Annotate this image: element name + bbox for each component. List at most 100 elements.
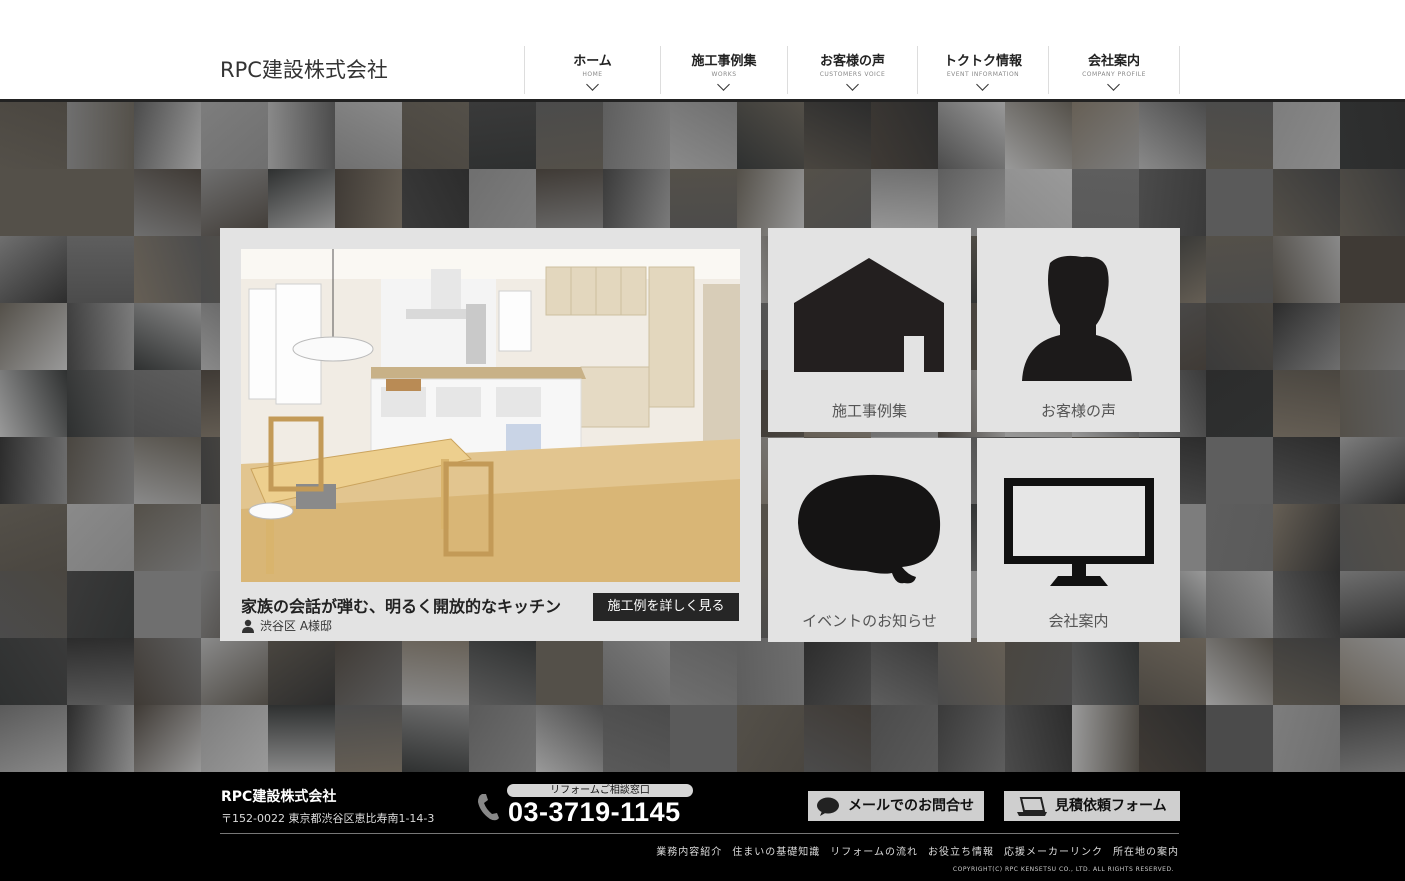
mosaic-tile xyxy=(134,705,202,772)
mosaic-tile xyxy=(335,705,403,772)
nav-label: ホーム xyxy=(573,54,612,69)
estimate-form-button[interactable]: 見積依頼フォーム xyxy=(1004,791,1180,821)
copyright: COPYRIGHT(C) RPC KENSETSU CO., LTD. ALL … xyxy=(952,866,1174,873)
mosaic-tile xyxy=(67,705,135,772)
chevron-down-icon xyxy=(1107,78,1120,91)
mosaic-tile xyxy=(1340,303,1405,371)
footer-link-maker-links[interactable]: 応援メーカーリンク xyxy=(1004,843,1103,858)
mosaic-tile xyxy=(1273,638,1341,706)
nav-item-customers-voice[interactable]: お客様の声 CUSTOMERS VOICE xyxy=(787,46,917,94)
mosaic-tile xyxy=(804,705,872,772)
nav-item-company-profile[interactable]: 会社案内 COMPANY PROFILE xyxy=(1048,46,1180,94)
nav-sub-label: EVENT INFORMATION xyxy=(946,71,1020,78)
mosaic-tile xyxy=(1340,236,1405,304)
tile-label: イベントのお知らせ xyxy=(802,612,937,630)
footer: RPC建設株式会社 〒152-0022 東京都渋谷区恵比寿南1-14-3 リフォ… xyxy=(0,772,1405,881)
footer-links: 業務内容紹介 住まいの基礎知識 リフォームの流れ お役立ち情報 応援メーカーリン… xyxy=(646,843,1179,858)
mosaic-tile xyxy=(804,102,872,170)
mosaic-tile xyxy=(804,638,872,706)
person-icon xyxy=(242,619,254,633)
mosaic-tile xyxy=(871,102,939,170)
mosaic-tile xyxy=(1206,705,1274,772)
consultation-window-label: リフォームご相談窓口 xyxy=(507,784,693,797)
mosaic-tile xyxy=(67,437,135,505)
mosaic-tile xyxy=(1273,437,1341,505)
mosaic-tile xyxy=(402,705,470,772)
tile-label: お客様の声 xyxy=(1040,402,1116,420)
mosaic-tile xyxy=(1273,303,1341,371)
mosaic-tile xyxy=(0,437,68,505)
site-logo[interactable]: RPC建設株式会社 xyxy=(220,54,388,84)
footer-link-services[interactable]: 業務内容紹介 xyxy=(656,843,722,858)
tile-works[interactable]: 施工事例集 xyxy=(768,228,971,432)
mosaic-tile xyxy=(134,102,202,170)
mosaic-tile xyxy=(1072,638,1140,706)
nav-item-works[interactable]: 施工事例集 WORKS xyxy=(660,46,787,94)
mosaic-tile xyxy=(335,169,403,237)
mosaic-tile xyxy=(871,169,939,237)
chevron-down-icon xyxy=(976,78,989,91)
mail-inquiry-button[interactable]: メールでのお問合せ xyxy=(808,791,984,821)
mosaic-tile xyxy=(335,638,403,706)
mosaic-tile xyxy=(938,102,1006,170)
mosaic-tile xyxy=(938,169,1006,237)
phone-number[interactable]: 03-3719-1145 xyxy=(508,797,681,828)
tile-label: 会社案内 xyxy=(1048,612,1109,630)
monitor-icon xyxy=(1004,478,1154,586)
nav-item-home[interactable]: ホーム HOME xyxy=(524,46,660,94)
footer-link-reform-flow[interactable]: リフォームの流れ xyxy=(830,843,918,858)
footer-link-location[interactable]: 所在地の案内 xyxy=(1113,843,1179,858)
mosaic-tile xyxy=(1005,169,1073,237)
footer-link-housing-basics[interactable]: 住まいの基礎知識 xyxy=(732,843,820,858)
mosaic-tile xyxy=(402,102,470,170)
tile-event-news[interactable]: イベントのお知らせ xyxy=(768,438,971,642)
mosaic-tile xyxy=(603,705,671,772)
mosaic-tile xyxy=(938,705,1006,772)
mosaic-tile xyxy=(1206,102,1274,170)
view-work-details-button[interactable]: 施工例を詳しく見る xyxy=(593,593,739,621)
mosaic-tile xyxy=(0,504,68,572)
footer-link-useful-info[interactable]: お役立ち情報 xyxy=(928,843,994,858)
laptop-icon xyxy=(1017,797,1047,816)
mosaic-tile xyxy=(67,102,135,170)
mosaic-tile xyxy=(0,169,68,237)
mosaic-tile xyxy=(1139,705,1207,772)
mosaic-tile xyxy=(1139,638,1207,706)
mosaic-tile xyxy=(134,236,202,304)
mosaic-tile xyxy=(1273,236,1341,304)
chevron-down-icon xyxy=(585,78,599,91)
mosaic-tile xyxy=(938,638,1006,706)
mosaic-tile xyxy=(536,102,604,170)
chevron-down-icon xyxy=(717,78,730,91)
mosaic-tile xyxy=(268,102,336,170)
mosaic-tile xyxy=(268,638,336,706)
mosaic-tile xyxy=(670,169,738,237)
featured-kitchen-photo[interactable] xyxy=(241,249,740,582)
mosaic-tile xyxy=(670,102,738,170)
mosaic-tile xyxy=(0,102,68,170)
mosaic-tile xyxy=(335,102,403,170)
mosaic-tile xyxy=(1206,169,1274,237)
mosaic-tile xyxy=(201,102,269,170)
mosaic-tile xyxy=(1005,638,1073,706)
mosaic-tile xyxy=(469,705,537,772)
mosaic-tile xyxy=(1340,638,1405,706)
tile-customers-voice[interactable]: お客様の声 xyxy=(977,228,1180,432)
mosaic-tile xyxy=(1206,437,1274,505)
mosaic-tile xyxy=(1005,705,1073,772)
mosaic-tile xyxy=(0,303,68,371)
nav-label: 会社案内 xyxy=(1087,54,1140,69)
mosaic-tile xyxy=(670,705,738,772)
mosaic-tile xyxy=(1139,169,1207,237)
mosaic-tile xyxy=(1206,504,1274,572)
tile-company-profile[interactable]: 会社案内 xyxy=(977,438,1180,642)
nav-sub-label: HOME xyxy=(582,71,603,78)
client-name: 渋谷区 A様邸 xyxy=(260,619,333,633)
mosaic-tile xyxy=(134,370,202,438)
phone-icon xyxy=(478,794,499,821)
mosaic-tile xyxy=(1005,102,1073,170)
mosaic-tile xyxy=(134,638,202,706)
mosaic-tile xyxy=(67,638,135,706)
nav-item-event-information[interactable]: トクトク情報 EVENT INFORMATION xyxy=(917,46,1048,94)
mosaic-tile xyxy=(134,504,202,572)
